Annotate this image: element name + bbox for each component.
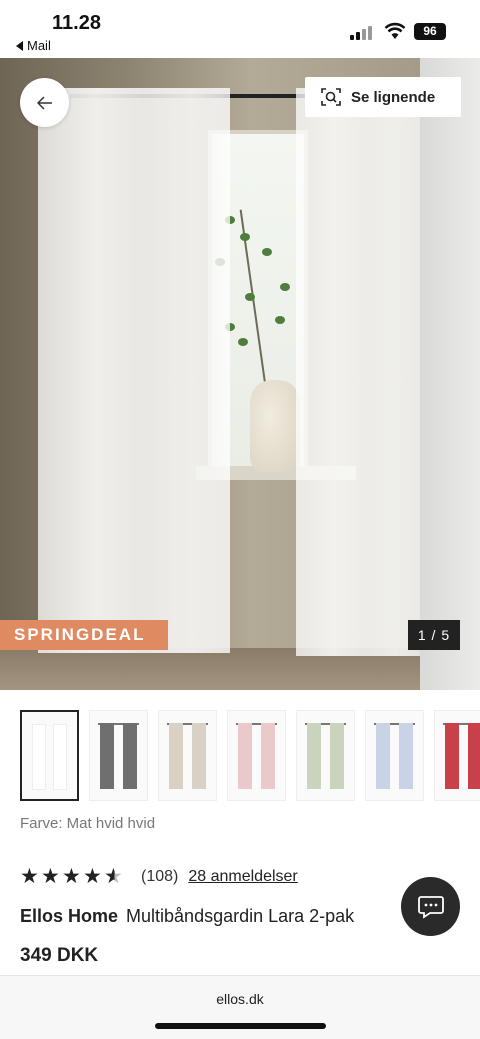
arrow-left-icon <box>36 95 52 110</box>
similar-items-button[interactable]: Se lignende <box>305 77 461 117</box>
color-swatch-beige[interactable] <box>158 710 217 801</box>
image-vase <box>250 380 300 472</box>
cellular-signal-icon <box>350 24 376 40</box>
wifi-icon <box>384 22 406 39</box>
chat-button[interactable] <box>401 877 460 936</box>
status-bar: 11.28 Mail 96 <box>0 0 480 58</box>
selected-color-label: Farve: Mat hvid hvid <box>20 815 156 832</box>
star-icon: ★ <box>20 865 39 888</box>
reviews-link[interactable]: 28 anmeldelser <box>188 868 297 886</box>
half-star-icon: ★ <box>104 864 125 889</box>
color-swatch-rose[interactable] <box>227 710 286 801</box>
rating-count: (108) <box>141 867 179 885</box>
browser-url[interactable]: ellos.dk <box>0 991 480 1007</box>
color-swatch-red[interactable] <box>434 710 480 801</box>
color-swatch-white[interactable] <box>20 710 79 801</box>
image-curtain-left <box>38 88 230 653</box>
chat-bubble-icon <box>417 895 444 919</box>
product-price: 349 DKK <box>20 945 99 966</box>
home-indicator <box>155 1023 326 1029</box>
battery-indicator: 96 <box>414 23 446 40</box>
browser-bottom-bar: ellos.dk <box>0 975 480 1039</box>
color-swatch-list <box>20 710 480 802</box>
next-image-peek <box>420 58 480 690</box>
product-name: Multibåndsgardin Lara 2-pak <box>126 906 355 926</box>
image-curtain-right <box>296 88 420 656</box>
product-title: Ellos Home Multibåndsgardin Lara 2-pak <box>20 906 354 927</box>
back-app-label: Mail <box>27 38 51 53</box>
color-swatch-sage[interactable] <box>296 710 355 801</box>
product-rating: ★ ★ ★ ★ ★ (108) 28 anmeldelser <box>20 864 298 889</box>
product-image-gallery[interactable]: Se lignende SPRINGDEAL 1 / 5 <box>0 58 480 690</box>
back-triangle-icon <box>16 40 23 51</box>
star-icon: ★ <box>83 865 102 888</box>
promo-badge: SPRINGDEAL <box>0 620 168 650</box>
status-time: 11.28 <box>52 12 101 34</box>
color-swatch-gray[interactable] <box>89 710 148 801</box>
visual-search-icon <box>321 88 341 106</box>
color-swatch-light-blue[interactable] <box>365 710 424 801</box>
star-icon: ★ <box>41 865 60 888</box>
similar-items-label: Se lignende <box>351 88 436 106</box>
product-brand[interactable]: Ellos Home <box>20 906 118 926</box>
image-counter: 1 / 5 <box>408 620 460 650</box>
back-to-app-link[interactable]: Mail <box>16 38 51 53</box>
star-icon: ★ <box>62 865 81 888</box>
back-button[interactable] <box>20 78 69 127</box>
